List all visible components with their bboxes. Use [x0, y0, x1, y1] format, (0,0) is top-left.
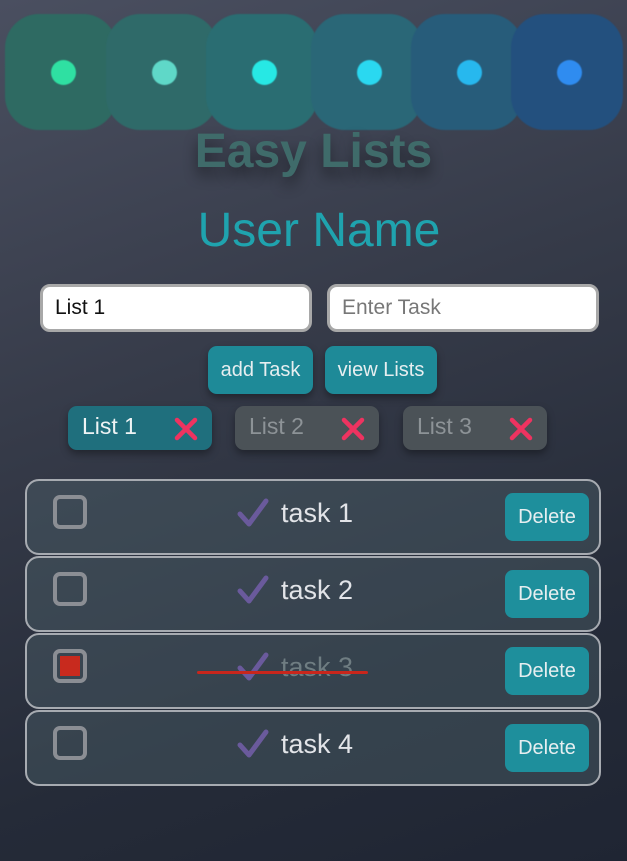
task-checkbox[interactable] [53, 726, 87, 760]
list-tab-label: List 3 [417, 413, 472, 439]
task-row: task 2 Delete [25, 556, 601, 632]
list-tab[interactable]: List 1 [68, 406, 212, 450]
header-dot-strip [5, 14, 625, 132]
checkbox-checked-fill [60, 656, 80, 676]
app-title: Easy Lists [194, 125, 433, 178]
task-checkbox[interactable] [53, 495, 87, 529]
close-x-icon[interactable] [172, 415, 200, 443]
task-row: task 1 Delete [25, 479, 601, 555]
status-dot [51, 60, 76, 85]
dot-tile [206, 14, 318, 130]
task-label: task 3 [281, 652, 354, 682]
strikethrough-line [197, 671, 368, 674]
checkmark-icon [237, 575, 269, 604]
checkmark-icon [237, 498, 269, 527]
task-input[interactable] [327, 284, 599, 332]
task-checkbox[interactable] [53, 572, 87, 606]
dot-tile [411, 14, 523, 130]
view-lists-button[interactable]: view Lists [325, 346, 437, 394]
add-task-button[interactable]: add Task [208, 346, 313, 394]
task-checkbox[interactable] [53, 649, 87, 683]
status-dot [152, 60, 177, 85]
delete-task-button[interactable]: Delete [505, 493, 589, 541]
dot-tile [5, 14, 117, 130]
dot-tile [511, 14, 623, 130]
status-dot [557, 60, 582, 85]
dot-tile [106, 14, 218, 130]
status-dot [457, 60, 482, 85]
user-name: User Name [197, 204, 441, 257]
task-row: task 3 Delete [25, 633, 601, 709]
close-x-icon[interactable] [339, 415, 367, 443]
task-row: task 4 Delete [25, 710, 601, 786]
delete-task-button[interactable]: Delete [505, 724, 589, 772]
checkmark-icon [237, 652, 269, 681]
list-tab-label: List 1 [82, 413, 137, 439]
close-x-icon[interactable] [507, 415, 535, 443]
status-dot [252, 60, 277, 85]
status-dot [357, 60, 382, 85]
list-tab[interactable]: List 2 [235, 406, 379, 450]
dot-tile [311, 14, 423, 130]
list-tab[interactable]: List 3 [403, 406, 547, 450]
delete-task-button[interactable]: Delete [505, 647, 589, 695]
task-label: task 1 [281, 498, 354, 528]
checkmark-icon [237, 729, 269, 758]
list-tab-label: List 2 [249, 413, 304, 439]
list-name-input[interactable] [40, 284, 312, 332]
delete-task-button[interactable]: Delete [505, 570, 589, 618]
task-label: task 4 [281, 729, 354, 759]
task-label: task 2 [281, 575, 354, 605]
